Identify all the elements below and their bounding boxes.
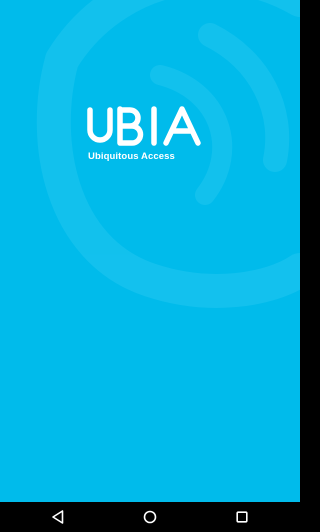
circle-home-icon <box>143 510 157 524</box>
home-button[interactable] <box>142 509 158 525</box>
phone-screen: Ubiquitous Access <box>0 0 300 532</box>
ubia-logo: Ubiquitous Access <box>86 100 216 162</box>
swirl-watermark-icon <box>36 0 300 308</box>
back-button[interactable] <box>50 509 66 525</box>
recents-button[interactable] <box>234 509 250 525</box>
logo-tagline: Ubiquitous Access <box>88 151 175 162</box>
system-navigation-bar <box>0 502 300 532</box>
splash-screen: Ubiquitous Access <box>0 0 300 502</box>
square-recents-icon <box>236 511 248 523</box>
ubia-wordmark <box>87 106 201 146</box>
triangle-back-icon <box>52 510 64 524</box>
